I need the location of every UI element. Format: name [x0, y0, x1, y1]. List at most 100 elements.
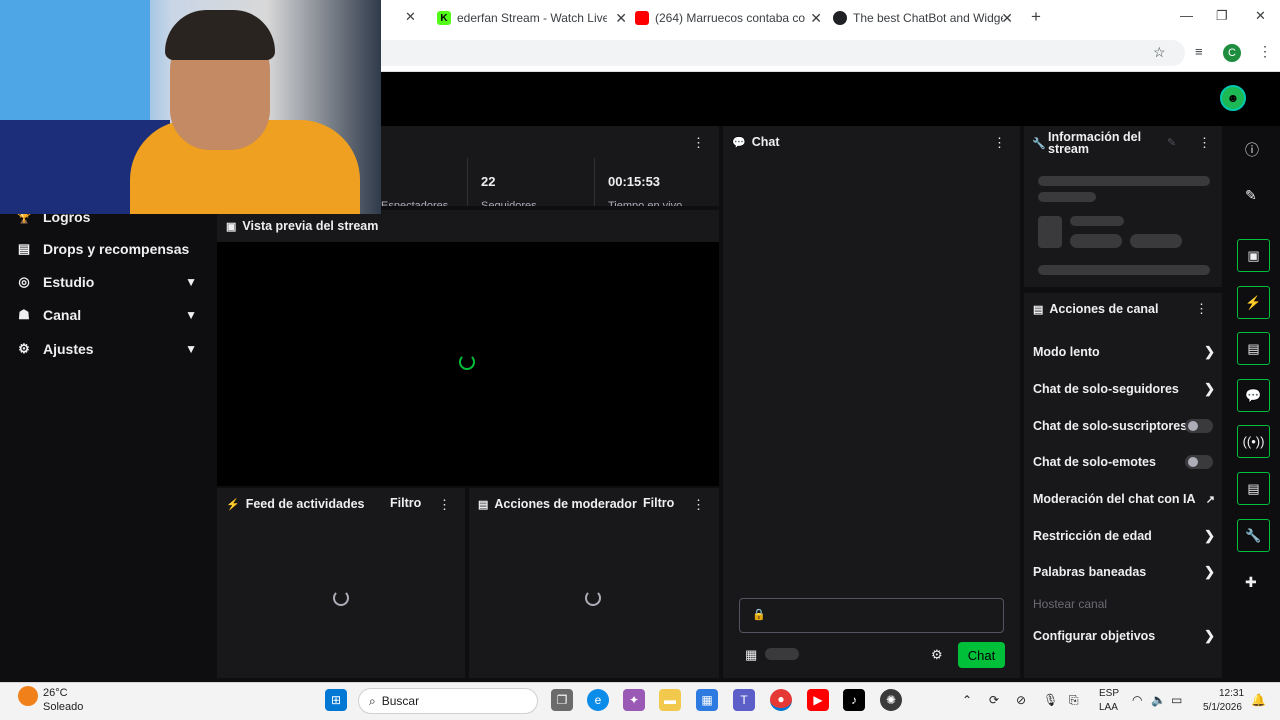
- pencil-icon[interactable]: ✎: [1245, 187, 1257, 204]
- action-configure-goals[interactable]: Configurar objetivos ❯: [1033, 626, 1215, 646]
- subscribers-only-toggle[interactable]: [1185, 419, 1213, 433]
- tab-close-icon[interactable]: ✕: [405, 9, 416, 25]
- weather-temperature[interactable]: 26°C: [43, 687, 68, 699]
- wifi-icon[interactable]: ◠: [1132, 693, 1142, 707]
- browser-menu-icon[interactable]: ⋮: [1258, 43, 1272, 60]
- copilot-icon[interactable]: ✦: [623, 689, 645, 711]
- more-options-icon[interactable]: ⋮: [438, 497, 451, 513]
- skeleton-line: [1070, 216, 1124, 226]
- more-options-icon[interactable]: ⋮: [1195, 301, 1208, 317]
- sync-icon[interactable]: ⟳: [989, 693, 999, 707]
- clock-time[interactable]: 12:31: [1219, 688, 1244, 699]
- tab-youtube[interactable]: (264) Marruecos contaba con Y ✕: [635, 6, 822, 30]
- rail-button-channel-actions[interactable]: ▤: [1237, 472, 1270, 505]
- chevron-down-icon: ▼: [185, 342, 197, 356]
- chat-input[interactable]: 🔒: [739, 598, 1004, 633]
- window-close-icon[interactable]: ✕: [1255, 8, 1266, 24]
- rail-button-mod-actions[interactable]: ▤: [1237, 332, 1270, 365]
- clock-date[interactable]: 5/1/2026: [1203, 702, 1242, 713]
- panel-title: Acciones de moderador: [494, 497, 637, 511]
- bookmark-star-icon[interactable]: ☆: [1153, 44, 1166, 61]
- tab-kick[interactable]: K ederfan Stream - Watch Live on ✕: [437, 6, 627, 30]
- rail-button-broadcast[interactable]: ((•)): [1237, 425, 1270, 458]
- microphone-icon[interactable]: 🎙: [1043, 693, 1058, 707]
- chat-send-button[interactable]: Chat: [958, 642, 1005, 668]
- more-options-icon[interactable]: ⋮: [692, 497, 705, 513]
- points-placeholder: [765, 648, 799, 660]
- tiktok-icon[interactable]: ♪: [843, 689, 865, 711]
- battery-icon[interactable]: ▭: [1171, 693, 1182, 707]
- tab-close-icon[interactable]: ✕: [810, 10, 822, 27]
- tab-chatbot[interactable]: The best ChatBot and Widgets ✕: [833, 6, 1013, 30]
- chevron-right-icon: ❯: [1204, 564, 1215, 579]
- edge-icon[interactable]: e: [587, 689, 609, 711]
- minimize-icon[interactable]: —: [1180, 8, 1193, 23]
- windows-start-icon[interactable]: ⊞: [325, 689, 347, 711]
- youtube-icon[interactable]: ▶: [807, 689, 829, 711]
- nav-item-canal[interactable]: ☗ Canal ▼: [0, 300, 215, 330]
- rail-button-stream-info[interactable]: 🔧: [1237, 519, 1270, 552]
- more-options-icon[interactable]: ⋮: [993, 135, 1006, 151]
- nav-item-drops[interactable]: ▤ Drops y recompensas: [0, 234, 215, 264]
- nav-item-estudio[interactable]: ◎ Estudio ▼: [0, 267, 215, 297]
- show-hidden-icons[interactable]: ⌃: [962, 693, 972, 707]
- user-avatar[interactable]: ☻: [1220, 85, 1246, 111]
- lock-icon: 🔒: [752, 609, 766, 621]
- language-code[interactable]: ESP: [1099, 688, 1119, 699]
- maximize-icon[interactable]: ❐: [1216, 8, 1228, 24]
- action-slow-mode[interactable]: Modo lento ❯: [1033, 342, 1215, 362]
- task-view-icon[interactable]: ❐: [551, 689, 573, 711]
- weather-description[interactable]: Soleado: [43, 701, 83, 713]
- tab-close-icon[interactable]: ✕: [1001, 10, 1013, 27]
- chat-settings-icon[interactable]: ⚙: [931, 647, 943, 663]
- notification-bell-icon[interactable]: 🔔: [1251, 693, 1266, 707]
- list-icon: ▤: [478, 498, 489, 511]
- wrench-icon: 🔧: [1245, 527, 1262, 543]
- action-label: Configurar objetivos: [1033, 629, 1156, 643]
- chat-icon: 💬: [732, 136, 746, 149]
- studio-icon: ◎: [18, 274, 30, 289]
- taskbar-search[interactable]: ⌕ Buscar: [358, 688, 538, 714]
- rail-button-preview[interactable]: ▣: [1237, 239, 1270, 272]
- nav-item-ajustes[interactable]: ⚙ Ajustes ▼: [0, 334, 215, 364]
- more-options-icon[interactable]: ⋮: [1198, 135, 1211, 151]
- chevron-down-icon: ▼: [185, 275, 197, 289]
- mod-actions-panel: ▤ Acciones de moderador Filtro ⋮: [469, 488, 719, 678]
- action-subscribers-only[interactable]: Chat de solo-suscriptores: [1033, 416, 1215, 436]
- chevron-right-icon: ❯: [1204, 344, 1215, 359]
- edit-icon[interactable]: ✎: [1167, 136, 1176, 149]
- chrome-icon[interactable]: ●: [770, 689, 792, 711]
- filter-button[interactable]: Filtro: [390, 496, 421, 510]
- teams-icon[interactable]: T: [733, 689, 755, 711]
- new-tab-button[interactable]: +: [1031, 7, 1041, 27]
- tab-close-icon[interactable]: ✕: [615, 10, 627, 27]
- file-explorer-icon[interactable]: ▬: [659, 689, 681, 711]
- users-icon: ☗: [18, 307, 30, 322]
- panel-title: Acciones de canal: [1049, 302, 1159, 316]
- app-tray-icon[interactable]: ⎘: [1069, 693, 1079, 708]
- store-icon[interactable]: ▦: [696, 689, 718, 711]
- action-banned-words[interactable]: Palabras baneadas ❯: [1033, 562, 1215, 582]
- volume-icon[interactable]: 🔈: [1151, 693, 1166, 707]
- rail-button-chat[interactable]: 💬: [1237, 379, 1270, 412]
- language-layout[interactable]: LAA: [1099, 702, 1118, 713]
- filter-button[interactable]: Filtro: [643, 496, 674, 510]
- action-emotes-only[interactable]: Chat de solo-emotes: [1033, 452, 1215, 472]
- lightning-icon: ⚡: [1245, 294, 1262, 310]
- panel-title: Feed de actividades: [245, 497, 365, 511]
- nav-item-label: Ajustes: [43, 341, 94, 357]
- rail-button-activity[interactable]: ⚡: [1237, 286, 1270, 319]
- emotes-only-toggle[interactable]: [1185, 455, 1213, 469]
- media-controls-icon[interactable]: ≡: [1195, 44, 1203, 59]
- more-options-icon[interactable]: ⋮: [692, 135, 705, 151]
- openai-icon[interactable]: ✺: [880, 689, 902, 711]
- store-icon[interactable]: ▦: [745, 647, 757, 663]
- action-age-restriction[interactable]: Restricción de edad ❯: [1033, 526, 1215, 546]
- meet-now-icon[interactable]: ⊘: [1016, 693, 1026, 707]
- add-widget-icon[interactable]: ✚: [1245, 574, 1257, 591]
- profile-avatar[interactable]: C: [1223, 44, 1241, 62]
- action-followers-only[interactable]: Chat de solo-seguidores ❯: [1033, 379, 1215, 399]
- wrench-icon: 🔧: [1032, 138, 1046, 150]
- info-icon[interactable]: ⓘ: [1245, 140, 1259, 160]
- action-ai-moderation[interactable]: Moderación del chat con IA ↗: [1033, 489, 1215, 509]
